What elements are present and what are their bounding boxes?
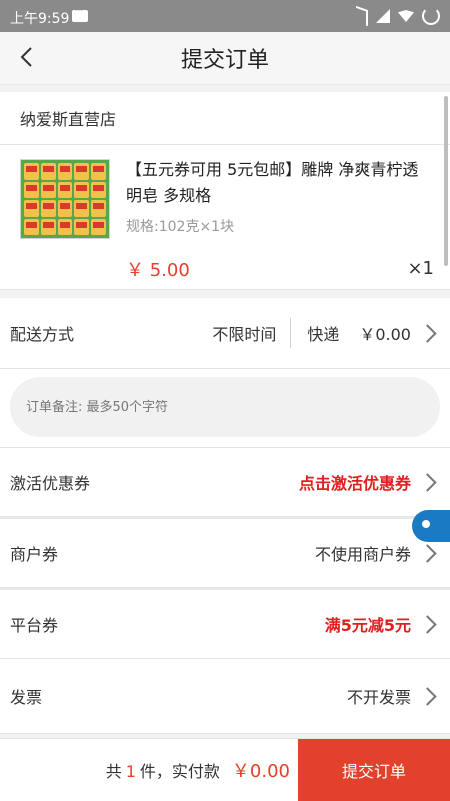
page-title: 提交订单 bbox=[180, 48, 269, 73]
order-summary: 共 1 件，实付款 ￥0.00 bbox=[106, 757, 290, 783]
merchant-coupon-value: 不使用商户券 bbox=[314, 545, 411, 564]
chevron-right-icon bbox=[418, 323, 437, 343]
order-content[interactable]: 纳爱斯直营店 【五元券可用 5元包邮】雕牌 净爽青柠透明皂 多规格 规格:102… bbox=[0, 92, 450, 738]
invoice-value: 不开发票 bbox=[346, 688, 411, 707]
product-quantity: ×1 bbox=[407, 258, 434, 279]
floating-service-icon[interactable] bbox=[412, 510, 450, 542]
scrollbar[interactable] bbox=[444, 96, 448, 266]
order-note-input[interactable] bbox=[10, 377, 440, 437]
activate-coupon-row[interactable]: 激活优惠券 点击激活优惠券 bbox=[0, 447, 450, 517]
status-bar: 上午9:59 bbox=[0, 0, 450, 32]
message-icon bbox=[72, 3, 88, 22]
merchant-coupon-row[interactable]: 商户券 不使用商户券 bbox=[0, 519, 450, 588]
status-icons bbox=[356, 5, 440, 27]
submit-order-button[interactable]: 提交订单 bbox=[298, 739, 450, 801]
invoice-row[interactable]: 发票 不开发票 bbox=[0, 659, 450, 734]
divider bbox=[290, 318, 292, 348]
merchant-coupon-label: 商户券 bbox=[10, 545, 59, 564]
platform-coupon-row[interactable]: 平台券 满5元减5元 bbox=[0, 590, 450, 659]
product-price: ￥ 5.00 bbox=[126, 260, 190, 281]
delivery-time: 不限时间 bbox=[212, 325, 277, 344]
note-section bbox=[0, 369, 450, 447]
chevron-right-icon bbox=[418, 686, 437, 706]
bluetooth-icon bbox=[356, 5, 368, 27]
delivery-row[interactable]: 配送方式 不限时间 快递 ￥0.00 bbox=[0, 298, 450, 369]
signal-icon bbox=[376, 9, 390, 23]
platform-coupon-label: 平台券 bbox=[10, 616, 59, 635]
store-name[interactable]: 纳爱斯直营店 bbox=[0, 92, 450, 145]
delivery-fee: ￥0.00 bbox=[359, 325, 411, 344]
wifi-icon bbox=[398, 10, 414, 22]
platform-coupon-value: 满5元减5元 bbox=[324, 616, 411, 635]
nav-header: 提交订单 bbox=[0, 32, 450, 85]
chevron-right-icon bbox=[418, 614, 437, 634]
chevron-right-icon bbox=[418, 543, 437, 563]
loading-icon bbox=[422, 7, 440, 25]
product-title: 【五元券可用 5元包邮】雕牌 净爽青柠透明皂 多规格 bbox=[126, 160, 419, 205]
checkout-bar: 共 1 件，实付款 ￥0.00 提交订单 bbox=[0, 738, 450, 801]
summary-prefix: 共 bbox=[105, 762, 122, 781]
delivery-label: 配送方式 bbox=[10, 325, 75, 344]
invoice-label: 发票 bbox=[10, 688, 43, 707]
chevron-right-icon bbox=[418, 472, 437, 492]
status-time: 上午9:59 bbox=[10, 11, 70, 27]
activate-coupon-label: 激活优惠券 bbox=[10, 474, 91, 493]
total-amount: ￥0.00 bbox=[231, 761, 290, 782]
delivery-method: 快递 bbox=[307, 325, 340, 344]
activate-coupon-link: 点击激活优惠券 bbox=[298, 474, 411, 493]
product-thumbnail bbox=[20, 159, 110, 239]
item-count: 1 bbox=[125, 762, 136, 781]
product-spec: 规格:102克×1块 bbox=[126, 219, 235, 235]
summary-suffix: 件，实付款 bbox=[139, 762, 220, 781]
